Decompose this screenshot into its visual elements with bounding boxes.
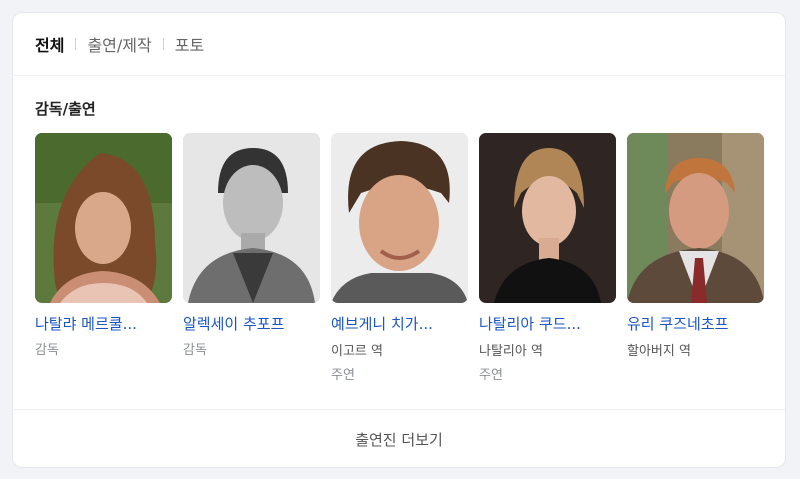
person-photo[interactable]: [627, 133, 764, 303]
cast-item[interactable]: 나탈리아 쿠드... 나탈리아 역 주연: [479, 133, 616, 383]
person-photo[interactable]: [331, 133, 468, 303]
person-role: 할아버지 역: [627, 344, 691, 359]
tab-photo[interactable]: 포토: [175, 32, 204, 56]
tab-divider: [75, 38, 77, 50]
person-name[interactable]: 예브게니 치가...: [331, 313, 468, 334]
more-cast-button[interactable]: 출연진 더보기: [13, 410, 785, 467]
person-name[interactable]: 나탈랴 메르쿨...: [35, 313, 172, 334]
person-photo[interactable]: [479, 133, 616, 303]
person-role: 나탈리아 역: [479, 344, 543, 359]
person-credit: 주연: [331, 368, 355, 383]
cast-item[interactable]: 예브게니 치가... 이고르 역 주연: [331, 133, 468, 383]
person-photo[interactable]: [183, 133, 320, 303]
divider: [13, 75, 785, 76]
cast-item[interactable]: 유리 쿠즈네초프 할아버지 역: [627, 133, 764, 383]
person-photo[interactable]: [35, 133, 172, 303]
person-name[interactable]: 알렉세이 추포프: [183, 313, 320, 334]
person-credit: 감독: [183, 343, 207, 358]
person-credit: 감독: [35, 343, 59, 358]
cast-list: 나탈랴 메르쿨... 감독 알렉세이 추포프 감독 예브게니 치가... 이고르…: [35, 133, 764, 383]
person-credit: 주연: [479, 368, 503, 383]
person-role: 이고르 역: [331, 344, 383, 359]
person-name[interactable]: 유리 쿠즈네초프: [627, 313, 764, 334]
tab-bar: 전체 출연/제작 포토: [35, 33, 204, 55]
tab-all[interactable]: 전체: [35, 32, 64, 56]
section-title: 감독/출연: [35, 100, 96, 118]
tab-divider: [162, 38, 164, 50]
cast-item[interactable]: 알렉세이 추포프 감독: [183, 133, 320, 383]
cast-item[interactable]: 나탈랴 메르쿨... 감독: [35, 133, 172, 383]
person-name[interactable]: 나탈리아 쿠드...: [479, 313, 616, 334]
cast-card: 전체 출연/제작 포토 감독/출연 나탈랴 메르쿨... 감독 알렉세이 추포프…: [12, 12, 786, 468]
tab-cast-crew[interactable]: 출연/제작: [87, 32, 151, 56]
